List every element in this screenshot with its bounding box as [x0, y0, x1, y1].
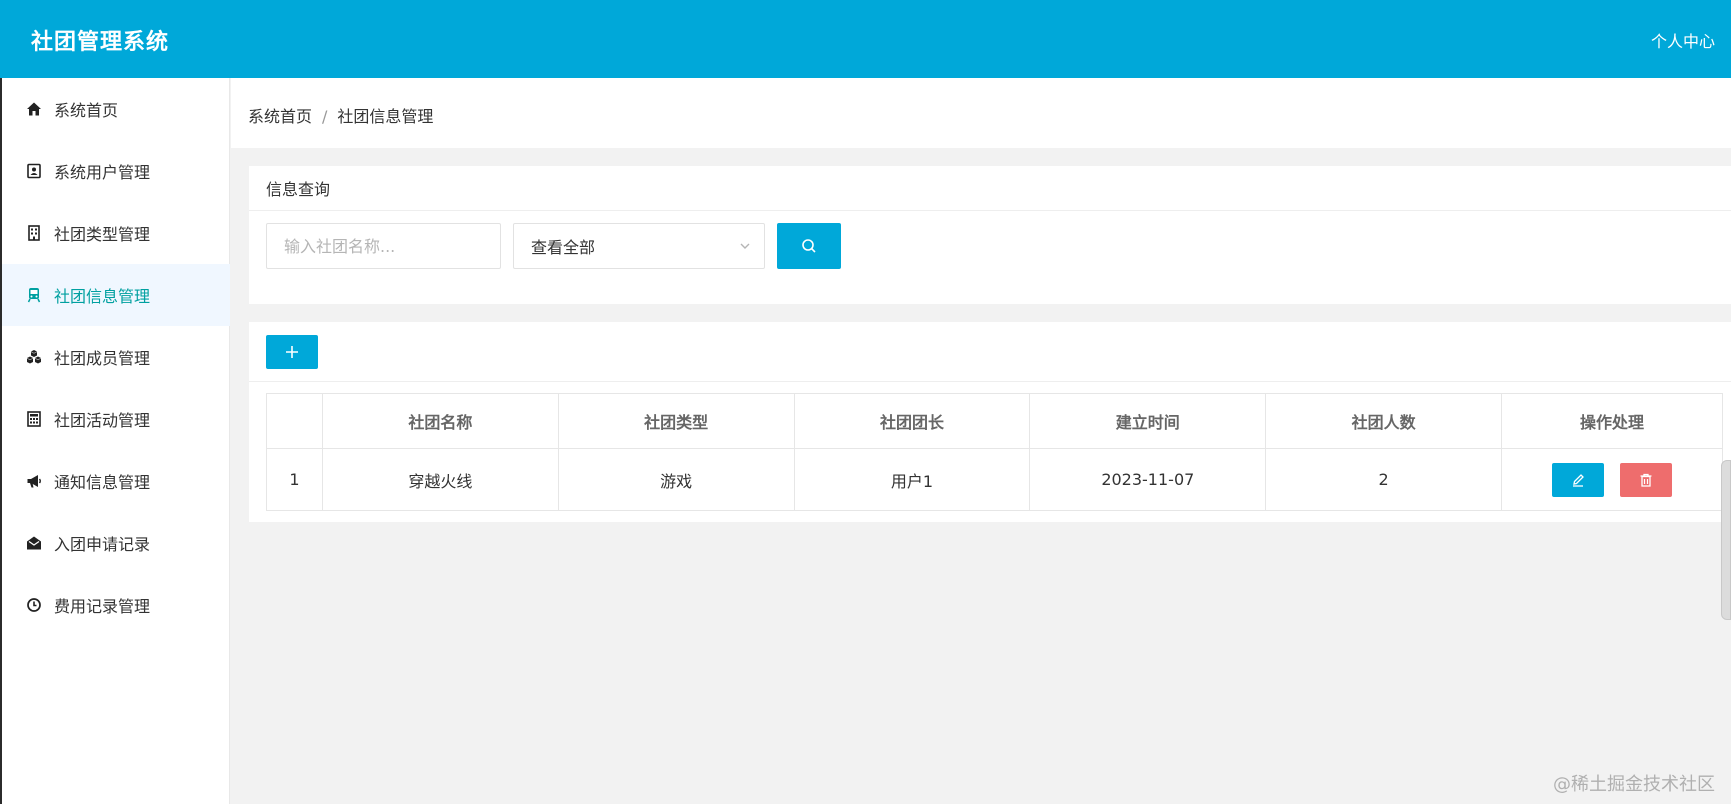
cubes-icon — [26, 349, 42, 365]
sidebar-item-label: 社团信息管理 — [54, 287, 151, 306]
trash-icon — [1640, 473, 1652, 487]
sidebar-item-system-users[interactable]: 系统用户管理 — [2, 140, 230, 202]
user-card-icon — [26, 163, 42, 179]
table-divider — [249, 381, 1731, 382]
sidebar-item-club-activities[interactable]: 社团活动管理 — [2, 388, 230, 450]
col-header-member-count: 社团人数 — [1265, 393, 1503, 449]
sidebar-item-fee-records[interactable]: 费用记录管理 — [2, 574, 230, 636]
edit-button[interactable] — [1552, 462, 1605, 497]
search-icon — [802, 239, 816, 253]
delete-button[interactable] — [1619, 462, 1672, 497]
plus-icon — [286, 346, 298, 358]
table-row: 1 穿越火线 游戏 用户1 2023-11-07 2 — [266, 448, 1723, 511]
col-header-index — [266, 393, 323, 449]
cell-club-type: 游戏 — [557, 448, 795, 511]
sidebar-item-notifications[interactable]: 通知信息管理 — [2, 450, 230, 512]
breadcrumb: 系统首页 / 社团信息管理 — [248, 103, 433, 127]
sidebar-item-club-info[interactable]: 社团信息管理 — [2, 264, 230, 326]
sidebar-item-label: 费用记录管理 — [54, 597, 151, 616]
sidebar: 系统首页 系统用户管理 社团类型管理 社团信息管理 社团成员管理 社团活动管理 — [0, 78, 230, 804]
col-header-club-type: 社团类型 — [557, 393, 795, 449]
club-type-select[interactable]: 查看全部 — [513, 223, 765, 269]
col-header-created-date: 建立时间 — [1029, 393, 1267, 449]
megaphone-icon — [26, 473, 42, 489]
col-header-club-name: 社团名称 — [321, 393, 559, 449]
breadcrumb-current: 社团信息管理 — [337, 107, 434, 126]
query-panel: 信息查询 查看全部 — [249, 166, 1731, 304]
sidebar-item-label: 入团申请记录 — [54, 535, 151, 554]
cell-club-leader: 用户1 — [793, 448, 1031, 511]
query-panel-title: 信息查询 — [266, 180, 331, 199]
app-title: 社团管理系统 — [31, 30, 170, 55]
calculator-icon — [26, 411, 42, 427]
cell-created-date: 2023-11-07 — [1029, 448, 1267, 511]
sidebar-item-label: 系统首页 — [54, 101, 119, 120]
envelope-open-icon — [26, 535, 42, 551]
side-drawer-handle[interactable] — [1721, 460, 1731, 620]
watermark: @稀土掘金技术社区 — [1553, 774, 1715, 795]
sidebar-item-club-members[interactable]: 社团成员管理 — [2, 326, 230, 388]
table-panel: 社团名称 社团类型 社团团长 建立时间 社团人数 操作处理 1 穿越火线 游戏 … — [249, 322, 1731, 522]
user-center-link[interactable]: 个人中心 — [1651, 28, 1715, 52]
club-table: 社团名称 社团类型 社团团长 建立时间 社团人数 操作处理 1 穿越火线 游戏 … — [266, 393, 1723, 511]
col-header-club-leader: 社团团长 — [793, 393, 1031, 449]
sidebar-item-label: 通知信息管理 — [54, 473, 151, 492]
sidebar-item-label: 社团类型管理 — [54, 225, 151, 244]
cell-index: 1 — [266, 448, 323, 511]
clock-icon — [26, 597, 42, 613]
breadcrumb-home[interactable]: 系统首页 — [248, 107, 312, 126]
cell-member-count: 2 — [1265, 448, 1503, 511]
cell-club-name: 穿越火线 — [321, 448, 559, 511]
home-icon — [26, 101, 42, 117]
sidebar-item-home[interactable]: 系统首页 — [2, 78, 230, 140]
club-type-select-value: 查看全部 — [531, 238, 596, 257]
train-icon — [26, 287, 42, 303]
search-button[interactable] — [777, 223, 841, 269]
breadcrumb-separator: / — [322, 107, 328, 126]
club-name-search-input[interactable] — [266, 223, 501, 269]
building-icon — [26, 225, 42, 241]
sidebar-item-join-applications[interactable]: 入团申请记录 — [2, 512, 230, 574]
sidebar-item-label: 系统用户管理 — [54, 163, 151, 182]
sidebar-item-label: 社团活动管理 — [54, 411, 151, 430]
chevron-down-icon — [740, 243, 750, 249]
top-bar: 社团管理系统 个人中心 — [0, 0, 1731, 78]
sidebar-item-club-types[interactable]: 社团类型管理 — [2, 202, 230, 264]
col-header-operations: 操作处理 — [1501, 393, 1723, 449]
breadcrumb-bar: 系统首页 / 社团信息管理 — [231, 78, 1731, 148]
sidebar-item-label: 社团成员管理 — [54, 349, 151, 368]
edit-icon — [1573, 473, 1585, 487]
query-divider — [249, 210, 1731, 211]
table-header-row: 社团名称 社团类型 社团团长 建立时间 社团人数 操作处理 — [266, 393, 1723, 449]
cell-operations — [1501, 448, 1723, 511]
add-club-button[interactable] — [266, 335, 318, 369]
